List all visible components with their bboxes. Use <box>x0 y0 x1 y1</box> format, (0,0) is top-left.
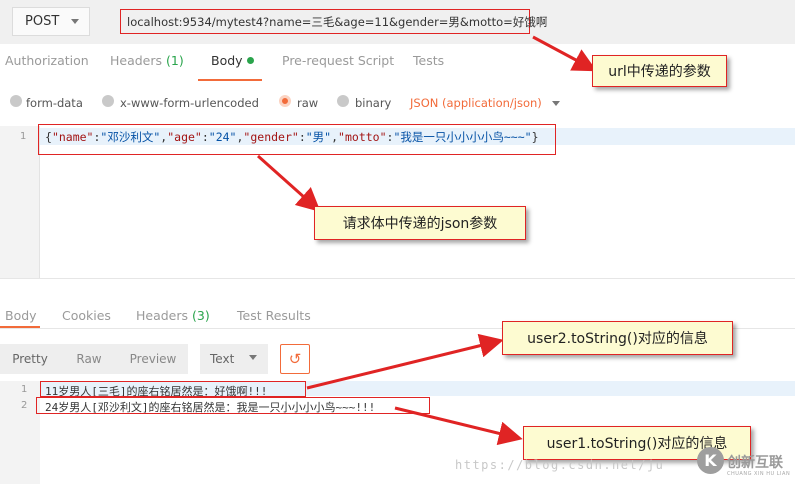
watermark-url: https://blog.csdn.net/ju <box>455 458 665 472</box>
arrow-user1 <box>394 406 523 446</box>
arrow-json <box>257 154 321 212</box>
callout-url-params: url中传递的参数 <box>592 55 727 87</box>
callout-json-params: 请求体中传递的json参数 <box>314 206 526 240</box>
callout-user2: user2.toString()对应的信息 <box>502 321 733 355</box>
arrow-user2 <box>306 333 504 390</box>
brand-logo-icon: K <box>697 447 724 474</box>
watermark-brand: 创新互联 <box>727 455 783 471</box>
arrow-url <box>532 35 597 72</box>
watermark-brand-sub: CHUANG XIN HU LIAN <box>727 471 791 477</box>
